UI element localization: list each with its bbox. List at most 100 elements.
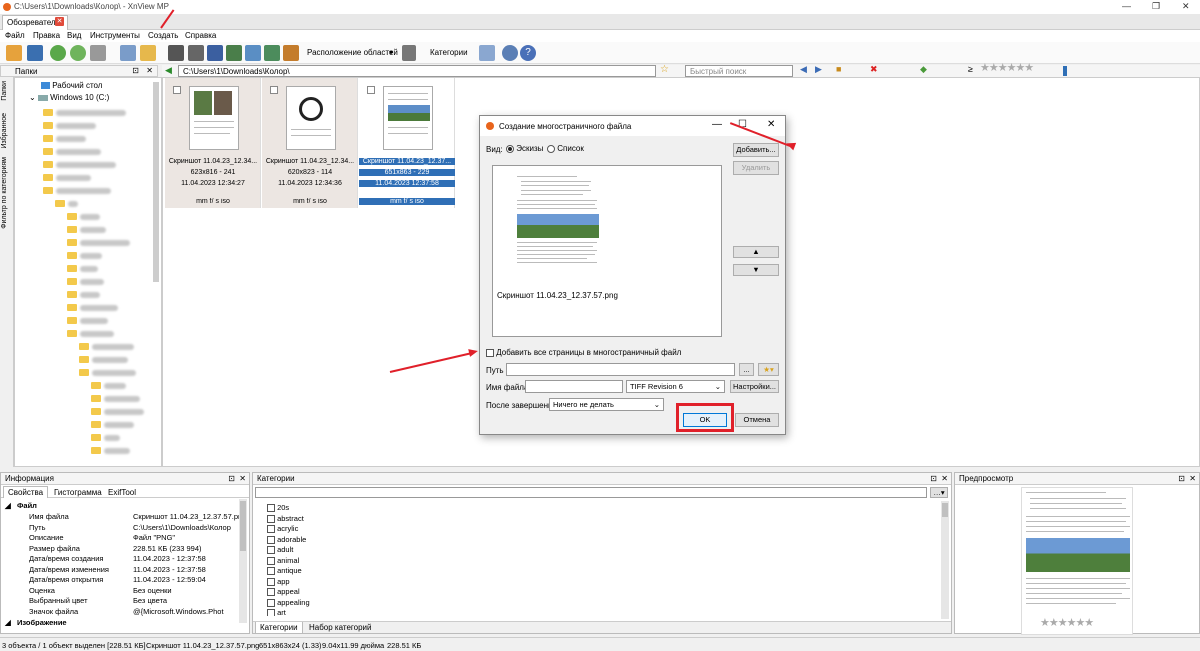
minimize-icon[interactable]: —	[1122, 1, 1131, 11]
tree-item-blurred[interactable]	[91, 446, 130, 455]
tree-item-blurred[interactable]	[79, 355, 128, 364]
scanner-icon[interactable]	[207, 45, 223, 61]
tree-item-blurred[interactable]	[43, 108, 126, 117]
panel-close-icon[interactable]: ✕	[239, 474, 246, 483]
slideshow-icon[interactable]	[245, 45, 261, 61]
tree-item-blurred[interactable]	[55, 199, 78, 208]
settings-button[interactable]: Настройки...	[730, 380, 779, 393]
tree-item-desktop[interactable]: Рабочий стол	[41, 81, 102, 90]
tree-scrollbar[interactable]	[153, 82, 159, 282]
ok-button[interactable]: OK	[683, 413, 727, 427]
tree-item-blurred[interactable]	[43, 160, 116, 169]
tree-item-blurred[interactable]	[43, 134, 86, 143]
tree-item-blurred[interactable]	[67, 303, 118, 312]
rating-stars[interactable]: ★★★★★★	[980, 61, 1034, 74]
browser-icon[interactable]	[6, 45, 22, 61]
view-list-radio[interactable]: Список	[547, 144, 584, 153]
new-folder-icon[interactable]: ■	[836, 64, 841, 74]
move-up-button[interactable]: ▲	[733, 246, 779, 258]
tree-item-blurred[interactable]	[91, 394, 140, 403]
refresh-icon[interactable]	[50, 45, 66, 61]
tree-item-blurred[interactable]	[67, 329, 114, 338]
menu-view[interactable]: Вид	[67, 31, 81, 40]
category-item[interactable]: acrylic	[267, 524, 298, 534]
convert-icon[interactable]	[226, 45, 242, 61]
thumbnail-checkbox[interactable]	[270, 86, 278, 94]
contact-sheet-icon[interactable]	[264, 45, 280, 61]
tree-item-blurred[interactable]	[67, 290, 100, 299]
path-input[interactable]: C:\Users\1\Downloads\Колор\	[178, 65, 656, 77]
categories-filter-input[interactable]	[255, 487, 927, 498]
category-item[interactable]: antique	[267, 566, 302, 576]
back-icon[interactable]: ◀	[800, 64, 807, 75]
pin-icon[interactable]: ⊡	[930, 474, 937, 483]
tab-close-icon[interactable]: ✕	[55, 17, 64, 26]
format-select[interactable]: TIFF Revision 6 ⌄	[626, 380, 725, 393]
forward-icon[interactable]: ▶	[815, 64, 822, 75]
tree-item-blurred[interactable]	[67, 238, 130, 247]
tab-categories[interactable]: Категории	[255, 622, 303, 634]
vtab-favorites[interactable]: Избранное	[1, 113, 8, 148]
pin-icon[interactable]: ⊡	[228, 474, 235, 483]
category-item[interactable]: appealing	[267, 598, 310, 607]
thumbnail-item[interactable]: Скриншот 11.04.23_12.34... 623x816 - 241…	[165, 78, 261, 208]
panel-close-icon[interactable]: ✕	[941, 474, 948, 483]
maximize-icon[interactable]: ❐	[1152, 1, 1160, 12]
menu-edit[interactable]: Правка	[33, 31, 60, 40]
tab-category-sets[interactable]: Набор категорий	[309, 623, 371, 632]
help-icon[interactable]: ?	[520, 45, 536, 61]
info-section-file[interactable]: ◢ Файл	[1, 501, 239, 512]
printer-icon[interactable]	[188, 45, 204, 61]
tree-item-blurred[interactable]	[43, 186, 111, 195]
tree-item-blurred[interactable]	[67, 316, 108, 325]
thumbnail-item[interactable]: Скриншот 11.04.23_12.34... 620x823 - 114…	[262, 78, 358, 208]
category-item[interactable]: abstract	[267, 514, 304, 523]
thumbnail-checkbox[interactable]	[173, 86, 181, 94]
thumbnail-item-selected[interactable]: Скриншот 11.04.23_12.37... 651x863 - 229…	[359, 78, 455, 208]
tree-item-blurred[interactable]	[79, 368, 136, 377]
move-down-button[interactable]: ▼	[733, 264, 779, 276]
delete-icon[interactable]: ✖	[870, 64, 878, 75]
preview-rating-stars[interactable]: ★★★★★★	[1040, 616, 1094, 629]
monitor-icon[interactable]	[283, 45, 299, 61]
menu-create[interactable]: Создать	[148, 31, 178, 40]
tree-item-blurred[interactable]	[67, 277, 104, 286]
color-label-indicator[interactable]	[1063, 66, 1067, 76]
menu-help[interactable]: Справка	[185, 31, 216, 40]
after-finish-select[interactable]: Ничего не делать ⌄	[549, 398, 664, 411]
panel-close-icon[interactable]: ✕	[146, 66, 153, 75]
categories-scrollbar[interactable]	[941, 501, 949, 619]
info-section-image[interactable]: ◢ Изображение	[1, 618, 239, 626]
tree-item-blurred[interactable]	[67, 225, 106, 234]
vtab-folders[interactable]: Папки	[1, 81, 8, 101]
tree-item-blurred[interactable]	[91, 433, 120, 442]
category-item[interactable]: art	[267, 608, 286, 616]
open-folder-icon[interactable]	[140, 45, 156, 61]
categories-tree-icon[interactable]	[479, 45, 495, 61]
tree-item-blurred[interactable]	[79, 342, 134, 351]
tree-item-blurred[interactable]	[67, 251, 102, 260]
tree-item-blurred[interactable]	[91, 381, 126, 390]
category-item[interactable]: adorable	[267, 535, 306, 544]
vtab-category-filter[interactable]: Фильтр по категориям	[1, 157, 8, 229]
tree-item-blurred[interactable]	[91, 420, 134, 429]
layout-dropdown[interactable]: Расположение областей	[307, 48, 398, 57]
quick-search-input[interactable]: Быстрый поиск	[685, 65, 793, 77]
favorite-path-icon[interactable]: ★▾	[758, 363, 779, 376]
up-arrow-icon[interactable]: ◀	[165, 65, 172, 76]
tree-item-blurred[interactable]	[43, 147, 101, 156]
category-item[interactable]: app	[267, 577, 290, 586]
grid-icon[interactable]	[402, 45, 416, 61]
tree-item-blurred[interactable]	[43, 173, 91, 182]
tree-item-blurred[interactable]	[67, 212, 100, 221]
filter-icon[interactable]: ≥	[968, 64, 973, 74]
cancel-button[interactable]: Отмена	[735, 413, 779, 427]
category-item[interactable]: adult	[267, 545, 293, 555]
tag-icon[interactable]: ◆	[920, 64, 927, 75]
all-pages-checkbox[interactable]: Добавить все страницы в многостраничный …	[486, 348, 681, 357]
pin-icon[interactable]: ⊡	[1178, 474, 1185, 483]
menu-tools[interactable]: Инструменты	[90, 31, 140, 40]
tools-icon[interactable]	[90, 45, 106, 61]
filename-field[interactable]	[525, 380, 623, 393]
tree-item-blurred[interactable]	[43, 121, 96, 130]
